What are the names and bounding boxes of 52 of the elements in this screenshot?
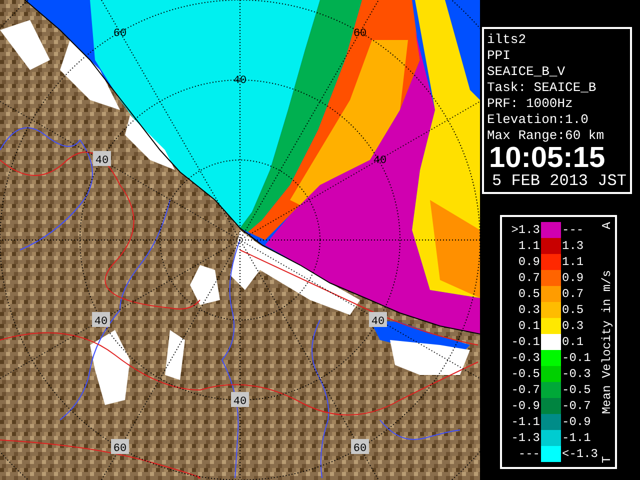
legend-value: -1.1 [510,415,541,429]
legend-value: 0.9 [561,271,585,285]
legend-value: >1.3 [510,223,541,237]
info-line: PPI [487,48,512,64]
legend-value: --- [561,223,585,237]
legend-value: 0.5 [561,303,585,317]
range-label: 60 [113,443,127,455]
info-line: SEAICE_B_V [487,64,566,80]
time-text: 10:05:15 [489,144,606,172]
legend-value: --- [517,447,541,461]
legend-mark: A [600,222,614,230]
info-line: Elevation:1.0 [487,112,590,128]
legend-value: 0.7 [517,271,541,285]
legend-value: -0.3 [510,351,541,365]
legend-value: 1.1 [561,255,585,269]
legend-value: 0.5 [517,287,541,301]
legend-value: 0.1 [561,335,585,349]
date-text: 5 FEB 2013 JST [492,172,628,190]
legend-value: 1.3 [561,239,585,253]
legend-value: -0.3 [561,367,592,381]
legend-value: -0.7 [510,383,541,397]
legend-value: -1.1 [561,431,592,445]
range-label: 60 [353,443,367,455]
range-label: 40 [373,155,387,167]
range-label: 60 [353,28,367,40]
range-label: 40 [95,155,109,167]
info-line: Task: SEAICE_B [487,80,598,96]
info-line: PRF: 1000Hz [487,96,574,112]
legend-value: -0.1 [510,335,541,349]
range-label: 40 [233,396,247,408]
legend-value: 0.7 [561,287,585,301]
legend-value: -0.7 [561,399,592,413]
legend-value: -1.3 [510,431,541,445]
range-label: 40 [371,316,385,328]
info-line: Max Range:60 km [487,128,606,144]
legend-title: Mean Velocity in m/s [600,270,614,415]
legend-value: -0.1 [561,351,592,365]
legend-value: -0.9 [510,399,541,413]
legend-value: 0.3 [561,319,585,333]
legend-value: 1.1 [517,239,541,253]
legend-value: -0.5 [561,383,592,397]
legend-value: 0.9 [517,255,541,269]
legend-value: <-1.3 [561,447,600,461]
range-label: 60 [113,28,127,40]
range-label: 40 [94,316,108,328]
legend-value: 0.1 [517,319,541,333]
range-label: 40 [233,75,247,87]
info-line: ilts2 [487,32,528,48]
legend-value: -0.5 [510,367,541,381]
legend-value: -0.9 [561,415,592,429]
legend-mark: T [600,456,614,463]
legend-value: 0.3 [517,303,541,317]
